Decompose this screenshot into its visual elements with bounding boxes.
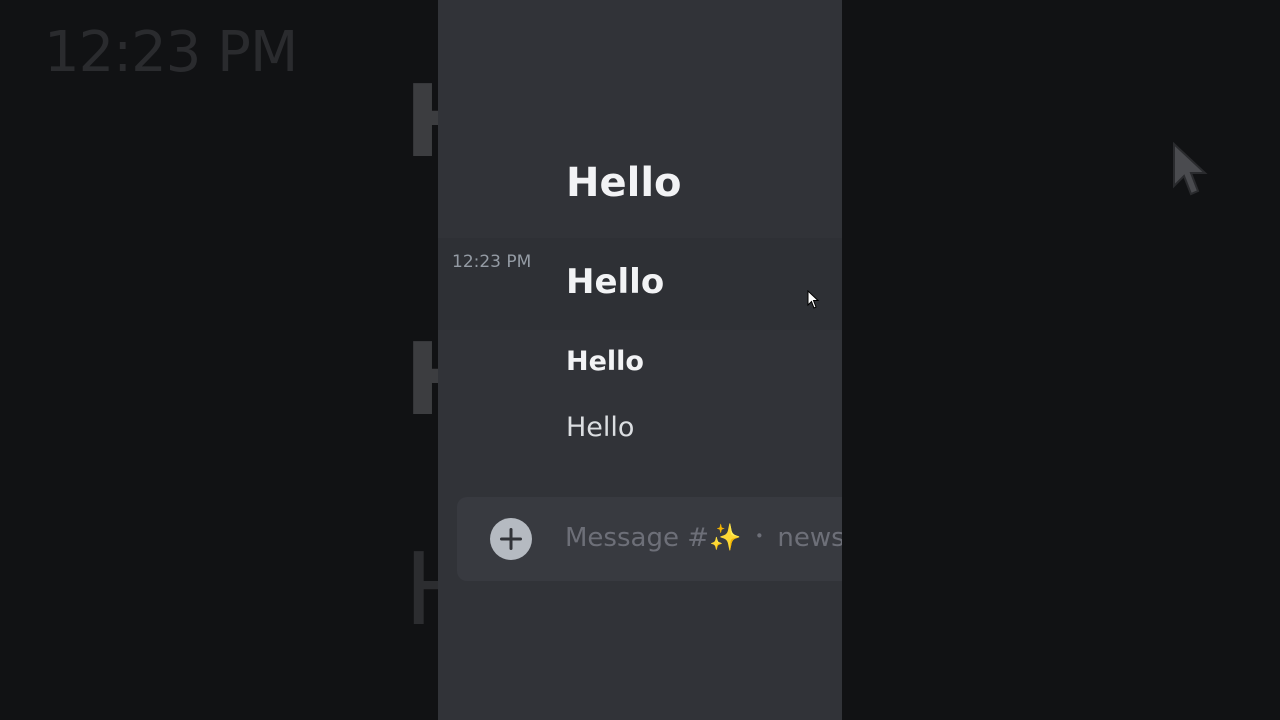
message-timestamp: 12:23 PM (452, 252, 532, 272)
message-paragraph: Hello (566, 412, 635, 443)
background-timestamp: 12:23 PM (44, 20, 298, 85)
add-attachment-button[interactable] (490, 518, 532, 560)
message-heading-2: Hello (566, 262, 665, 302)
message-heading-3: Hello (566, 346, 644, 377)
plus-circle-icon (500, 528, 522, 550)
message-input[interactable] (565, 519, 842, 561)
message-heading-1: Hello (566, 160, 682, 206)
background-cursor-icon (1173, 142, 1208, 196)
chat-panel: 12:23 PM Hello Hello Hello Hello Message… (438, 0, 842, 720)
mouse-cursor-icon (807, 290, 820, 309)
message-composer: Message #✨ ・ news (457, 497, 842, 581)
